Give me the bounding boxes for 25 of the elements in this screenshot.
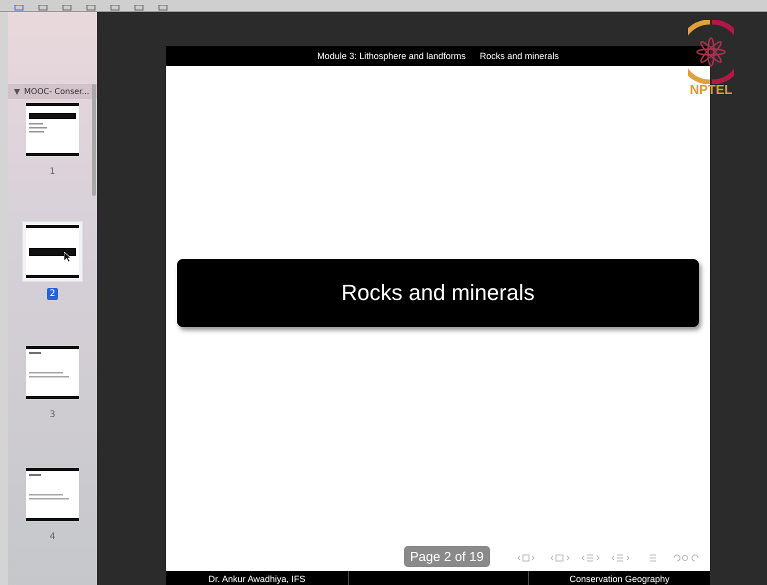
toolbar-icon[interactable] [134, 5, 144, 11]
toolbar-icon[interactable] [14, 5, 24, 11]
slide-thumbnail-drawing [29, 248, 76, 256]
toolbar-icon[interactable] [86, 5, 96, 11]
logo-icon [688, 20, 734, 84]
page-thumbnail[interactable] [26, 468, 79, 521]
page-number: 4 [48, 530, 56, 543]
page-number: 2 [46, 288, 58, 300]
header-text: Module 3: Lithosphere and landforms [317, 51, 466, 61]
page-thumbnail[interactable] [26, 346, 79, 400]
toolbar-icon[interactable] [110, 5, 120, 11]
toolbar-icon[interactable] [158, 5, 168, 11]
header-text: Rocks and minerals [480, 51, 559, 61]
footer-author: Dr. Ankur Awadhiya, IFS [208, 574, 306, 584]
document-title: MOOC- Conser... [24, 87, 90, 96]
footer-course: Conservation Geography [569, 574, 670, 584]
page-number: 3 [48, 409, 56, 422]
page-indicator: Page 2 of 19 [404, 546, 490, 567]
toolbar-icon[interactable] [38, 5, 48, 11]
page-thumbnail[interactable] [26, 103, 79, 156]
cursor-icon [64, 252, 71, 262]
toolbar-icon[interactable] [62, 5, 72, 11]
expanded-triangle-icon[interactable] [14, 88, 20, 95]
page-number: 1 [48, 166, 56, 178]
slide-title: Rocks and minerals [177, 259, 699, 327]
